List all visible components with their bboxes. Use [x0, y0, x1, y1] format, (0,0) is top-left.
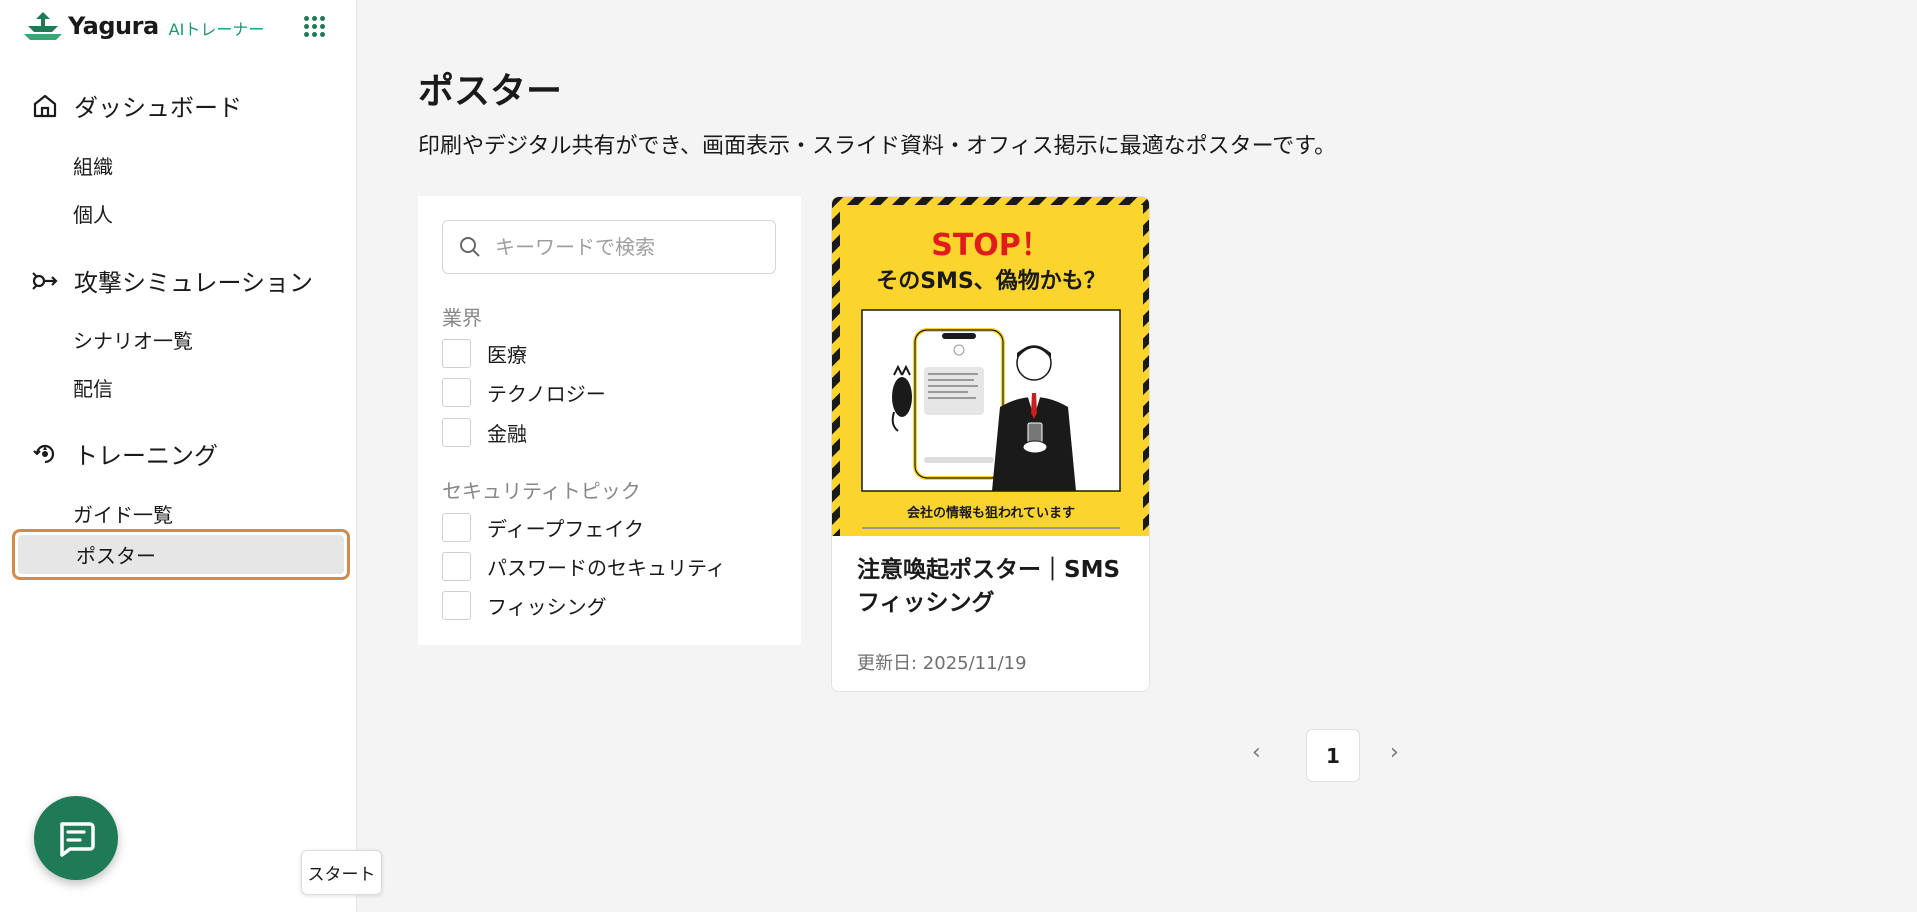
- nav-section-label: 攻撃シミュレーション: [74, 269, 314, 297]
- filter-option-deepfake[interactable]: ディープフェイク: [442, 513, 644, 542]
- pagination-next-button[interactable]: ›: [1390, 740, 1399, 765]
- chat-icon: [60, 822, 95, 857]
- sidebar-item-organization[interactable]: 組織: [73, 151, 113, 180]
- filter-group-title-industry: 業界: [442, 306, 482, 330]
- pagination-prev-button[interactable]: ‹: [1252, 740, 1261, 765]
- filter-group-title-security: セキュリティトピック: [442, 479, 641, 503]
- filter-option-label: 金融: [487, 422, 527, 446]
- filter-panel: 業界 医療 テクノロジー 金融 セキュリティトピック ディープフェイク パスワー…: [418, 196, 801, 645]
- checkbox[interactable]: [442, 591, 471, 620]
- checkbox[interactable]: [442, 378, 471, 407]
- checkbox[interactable]: [442, 552, 471, 581]
- checkbox[interactable]: [442, 339, 471, 368]
- sidebar-item-label: ポスター: [18, 535, 344, 574]
- start-button[interactable]: スタート: [301, 850, 382, 895]
- brand-subtitle: AIトレーナー: [168, 20, 265, 39]
- simulation-icon: [28, 264, 62, 298]
- checkbox[interactable]: [442, 513, 471, 542]
- checkbox[interactable]: [442, 418, 471, 447]
- card-updated-date: 更新日: 2025/11/19: [857, 653, 1027, 674]
- sidebar-item-posters[interactable]: ポスター: [12, 529, 350, 580]
- home-icon: [28, 89, 62, 123]
- filter-option-password[interactable]: パスワードのセキュリティ: [442, 552, 726, 581]
- filter-option-label: テクノロジー: [487, 382, 606, 406]
- poster-thumbnail: STOP！ そのSMS、偽物かも？ 会社の情報も狙われています: [832, 197, 1149, 536]
- page-description: 印刷やデジタル共有ができ、画面表示・スライド資料・オフィス掲示に最適なポスターで…: [418, 134, 1337, 159]
- search-icon: [460, 237, 480, 257]
- training-icon: [28, 437, 62, 471]
- filter-option-finance[interactable]: 金融: [442, 418, 527, 447]
- app-grid-icon[interactable]: [302, 14, 326, 38]
- nav-section-label: ダッシュボード: [74, 94, 242, 122]
- filter-option-label: パスワードのセキュリティ: [487, 556, 726, 580]
- sidebar-item-guides[interactable]: ガイド一覧: [73, 499, 173, 528]
- card-title[interactable]: 注意喚起ポスター｜SMSフィッシング: [857, 554, 1137, 620]
- page-title: ポスター: [418, 71, 563, 112]
- nav-training[interactable]: トレーニング: [28, 436, 218, 471]
- sidebar-item-scenarios[interactable]: シナリオ一覧: [73, 325, 193, 354]
- nav-attack-simulation[interactable]: 攻撃シミュレーション: [28, 263, 313, 298]
- sidebar: Yagura AIトレーナー ダッシュボード 組織 個人 攻撃シミュレーション …: [0, 0, 357, 912]
- yagura-logo-icon: [24, 12, 62, 40]
- filter-option-label: ディープフェイク: [487, 517, 644, 541]
- filter-option-label: 医療: [487, 343, 527, 367]
- pagination-page-button[interactable]: 1: [1306, 729, 1360, 782]
- poster-footer: 会社の情報も狙われています: [907, 505, 1075, 521]
- search-input[interactable]: [495, 235, 765, 259]
- chat-button[interactable]: [34, 796, 118, 880]
- nav-section-label: トレーニング: [74, 442, 218, 470]
- brand-name: Yagura: [68, 12, 159, 40]
- filter-option-medical[interactable]: 医療: [442, 339, 527, 368]
- nav-dashboard[interactable]: ダッシュボード: [28, 88, 242, 123]
- filter-option-phishing[interactable]: フィッシング: [442, 591, 607, 620]
- poster-subhead: そのSMS、偽物かも？: [876, 268, 1106, 294]
- filter-option-technology[interactable]: テクノロジー: [442, 378, 606, 407]
- sidebar-item-delivery[interactable]: 配信: [73, 373, 113, 402]
- sidebar-item-individual[interactable]: 個人: [73, 199, 113, 228]
- poster-headline: STOP！: [931, 228, 1051, 263]
- poster-card[interactable]: STOP！ そのSMS、偽物かも？ 会社の情報も狙われています 注意喚起ポスター…: [831, 196, 1150, 692]
- filter-option-label: フィッシング: [487, 595, 607, 619]
- search-box[interactable]: [442, 220, 776, 274]
- brand[interactable]: Yagura AIトレーナー: [22, 8, 264, 44]
